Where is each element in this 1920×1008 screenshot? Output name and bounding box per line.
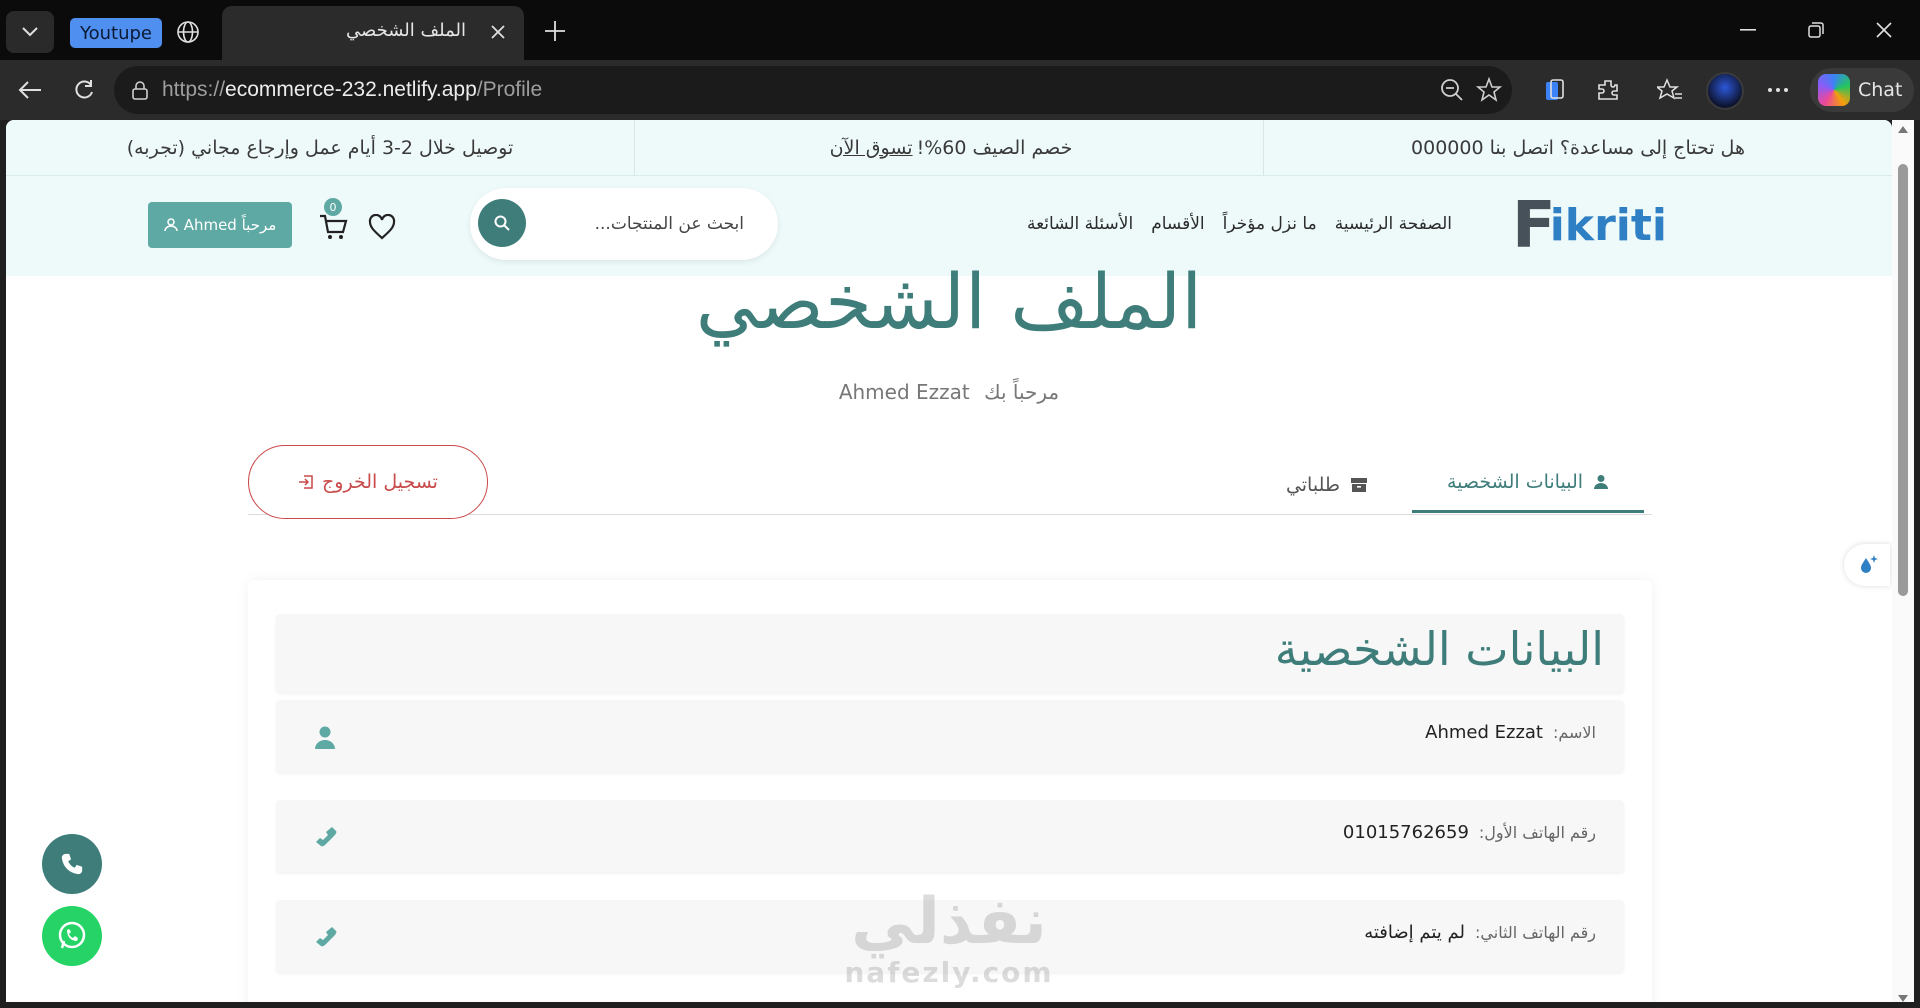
- logout-button[interactable]: تسجيل الخروج: [248, 445, 488, 519]
- promo-text: خصم الصيف 60%! تسوق الآن: [634, 120, 1263, 175]
- nav-link-new-arrivals[interactable]: ما نزل مؤخراً: [1223, 214, 1317, 234]
- tab-group-label[interactable]: Youtupe: [70, 18, 162, 48]
- chat-label: Chat: [1858, 79, 1903, 101]
- scroll-thumb[interactable]: [1898, 164, 1908, 596]
- call-us-button[interactable]: [42, 834, 102, 894]
- favorites-button[interactable]: [1652, 72, 1688, 108]
- copilot-icon: [1818, 74, 1850, 106]
- phone-icon: [61, 853, 83, 875]
- tab-orders-label: طلباتي: [1285, 474, 1340, 496]
- restore-button[interactable]: [1794, 12, 1838, 48]
- help-text: هل تحتاج إلى مساعدة؟ اتصل بنا 000000: [1263, 120, 1892, 175]
- card-title: البيانات الشخصية: [1274, 622, 1604, 676]
- phone2-value: لم يتم إضافته: [1364, 922, 1466, 943]
- logout-label: تسجيل الخروج: [322, 471, 438, 493]
- delivery-text: توصيل خلال 2-3 أيام عمل وإرجاع مجاني (تج…: [126, 136, 514, 159]
- personal-data-card: البيانات الشخصية الاسم: Ahmed Ezzat رقم …: [248, 580, 1652, 1002]
- phone-icon: [316, 827, 337, 847]
- browser-tabstrip: Youtupe الملف الشخصي: [0, 0, 1920, 60]
- info-row-name: الاسم: Ahmed Ezzat: [276, 700, 1624, 772]
- url-text: https://ecommerce-232.netlify.app/Profil…: [162, 78, 543, 101]
- search-button[interactable]: [478, 199, 526, 247]
- welcome-user-name: Ahmed Ezzat: [838, 380, 970, 404]
- whatsapp-button[interactable]: [42, 906, 102, 966]
- lock-icon: [132, 81, 148, 100]
- minimize-icon: [1740, 29, 1756, 31]
- whatsapp-icon: [58, 921, 86, 949]
- copilot-chat-button[interactable]: Chat: [1810, 68, 1914, 112]
- tab-personal-label: البيانات الشخصية: [1447, 470, 1584, 493]
- more-dots-icon: [1768, 88, 1788, 92]
- user-greeting-button[interactable]: مرحباً Ahmed: [148, 202, 292, 248]
- scroll-down-arrow[interactable]: [1898, 995, 1908, 1002]
- logout-icon: [299, 475, 313, 489]
- tab-orders[interactable]: طلباتي: [1286, 459, 1368, 511]
- extensions-button[interactable]: [1590, 72, 1626, 108]
- scroll-up-arrow[interactable]: [1898, 126, 1908, 133]
- window-bottom-edge: [0, 1002, 1920, 1008]
- tab-personal-data[interactable]: البيانات الشخصية: [1412, 453, 1644, 513]
- collections-icon: [1546, 79, 1564, 100]
- user-icon: [1594, 474, 1609, 489]
- name-value: Ahmed Ezzat: [1425, 722, 1543, 743]
- restore-icon: [1808, 22, 1824, 38]
- side-assistant-widget[interactable]: [1844, 544, 1890, 586]
- puzzle-icon: [1598, 80, 1618, 100]
- reload-button[interactable]: [66, 72, 102, 108]
- favorite-star-icon[interactable]: [1476, 77, 1502, 103]
- user-icon: [163, 218, 178, 232]
- page-title: الملف الشخصي: [695, 257, 1203, 346]
- nav-links: الصفحة الرئيسية ما نزل مؤخراً الأقسام ال…: [1027, 214, 1452, 234]
- page-viewport: هل تحتاج إلى مساعدة؟ اتصل بنا 000000 خصم…: [6, 120, 1892, 1002]
- welcome-line: مرحباً بك Ahmed Ezzat: [838, 380, 1060, 404]
- phone-icon: [316, 927, 337, 947]
- page-scrollbar[interactable]: [1892, 120, 1914, 1008]
- close-tab-icon[interactable]: [486, 20, 510, 44]
- reload-icon: [75, 80, 93, 99]
- sparkle-drop-icon: [1861, 555, 1878, 573]
- browser-toolbar: https://ecommerce-232.netlify.app/Profil…: [0, 60, 1920, 120]
- minimize-button[interactable]: [1726, 12, 1770, 48]
- active-tab-title: الملف الشخصي: [346, 20, 466, 41]
- active-tab[interactable]: الملف الشخصي: [222, 6, 524, 60]
- wishlist-heart-icon[interactable]: [368, 214, 396, 240]
- cart-icon[interactable]: [318, 212, 348, 242]
- close-window-button[interactable]: [1862, 12, 1906, 48]
- phone1-value: 01015762659: [1342, 822, 1469, 843]
- back-button[interactable]: [12, 72, 48, 108]
- profile-avatar[interactable]: [1706, 72, 1744, 110]
- card-header: البيانات الشخصية: [276, 614, 1624, 692]
- new-tab-button[interactable]: [538, 14, 572, 48]
- info-row-phone-2: رقم الهاتف الثاني: لم يتم إضافته: [276, 900, 1624, 972]
- nav-link-categories[interactable]: الأقسام: [1151, 214, 1204, 234]
- greeting-label: مرحباً Ahmed: [183, 216, 277, 234]
- box-icon: [1351, 478, 1367, 492]
- address-bar[interactable]: https://ecommerce-232.netlify.app/Profil…: [114, 66, 1512, 114]
- site-logo[interactable]: Fikriti: [1512, 194, 1667, 258]
- search-box: [470, 188, 778, 260]
- user-icon: [315, 726, 335, 749]
- favorites-list-icon: [1657, 78, 1682, 100]
- profile-tabs: تسجيل الخروج البيانات الشخصية طلباتي: [248, 445, 1652, 519]
- phone2-label: رقم الهاتف الثاني:: [1475, 923, 1596, 942]
- collections-button[interactable]: [1536, 72, 1572, 108]
- tab-list-button[interactable]: [6, 11, 54, 53]
- cart-count-badge: 0: [324, 198, 342, 216]
- chevron-down-icon: [22, 27, 38, 37]
- close-icon: [1876, 22, 1892, 38]
- plus-icon: [545, 21, 565, 41]
- nav-link-faq[interactable]: الأسئلة الشائعة: [1027, 214, 1133, 234]
- info-row-phone-1: رقم الهاتف الأول: 01015762659: [276, 800, 1624, 872]
- announcement-bar: هل تحتاج إلى مساعدة؟ اتصل بنا 000000 خصم…: [6, 120, 1892, 176]
- nav-link-home[interactable]: الصفحة الرئيسية: [1335, 214, 1452, 234]
- globe-icon: [172, 16, 204, 48]
- search-input[interactable]: [536, 206, 746, 242]
- phone1-label: رقم الهاتف الأول:: [1478, 823, 1596, 842]
- search-icon: [494, 215, 510, 231]
- name-label: الاسم:: [1552, 723, 1596, 742]
- zoom-out-icon[interactable]: [1440, 78, 1464, 102]
- more-menu-button[interactable]: [1760, 72, 1796, 108]
- shop-now-link[interactable]: تسوق الآن: [830, 137, 913, 159]
- back-arrow-icon: [18, 81, 41, 99]
